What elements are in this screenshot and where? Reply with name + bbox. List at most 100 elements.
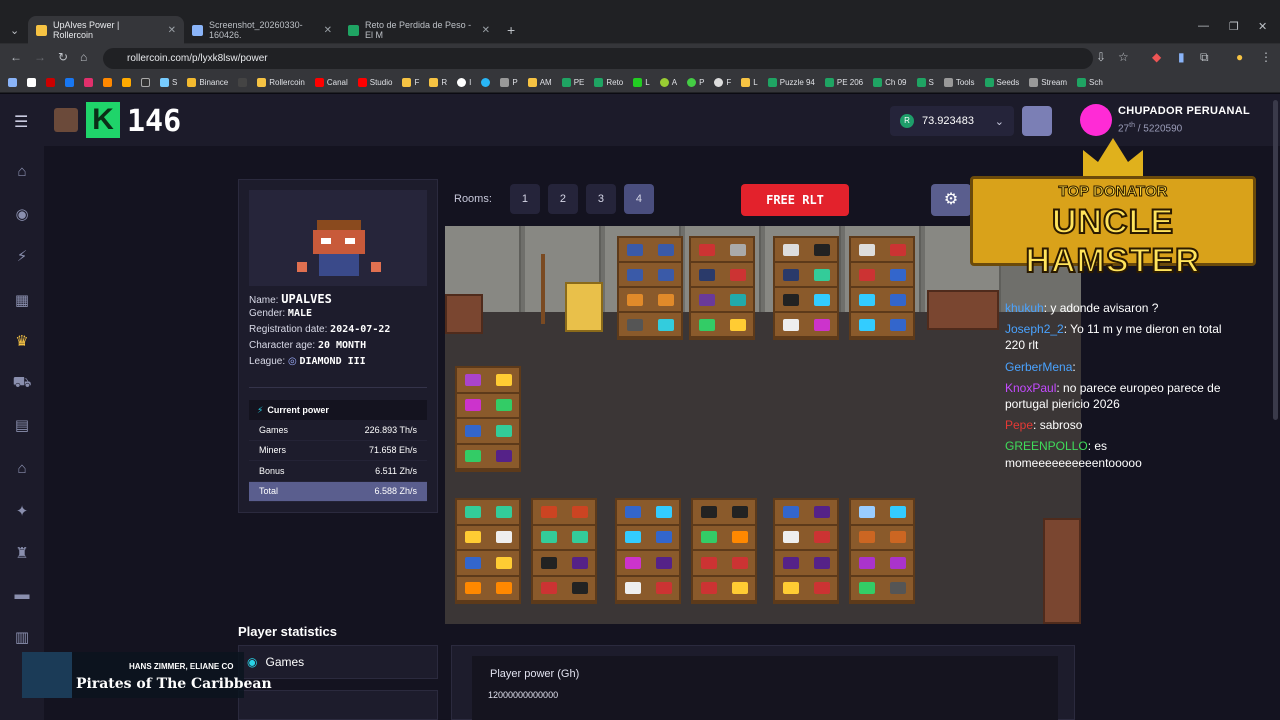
extension-icon[interactable]: ◆ (1152, 50, 1161, 64)
bookmark-ch09[interactable]: Ch 09 (873, 77, 907, 87)
miner-rack[interactable] (773, 498, 839, 604)
bookmark-apps-icon[interactable] (8, 77, 17, 87)
miner-rack[interactable] (773, 236, 839, 340)
banner-line2: UNCLE HAMSTER (1024, 202, 1201, 281)
bookmark-seeds[interactable]: Seeds (984, 77, 1019, 87)
cart-icon[interactable]: ⛟ (12, 374, 32, 392)
miner-rack[interactable] (455, 366, 521, 472)
user-avatar[interactable] (1080, 104, 1112, 136)
bookmark-pe206[interactable]: PE 206 (824, 77, 863, 87)
bookmark-sch[interactable]: Sch (1077, 77, 1103, 87)
new-tab-icon[interactable]: + (507, 22, 515, 38)
crown-icon[interactable]: ♛ (12, 332, 32, 350)
bookmark-f2[interactable]: F (714, 77, 731, 87)
trophy-icon[interactable]: ♜ (12, 544, 32, 562)
minimize-icon[interactable]: — (1198, 20, 1209, 32)
miner-rack[interactable] (617, 236, 683, 340)
miner-rack[interactable] (689, 236, 755, 340)
wallet-button[interactable] (1022, 106, 1052, 136)
room-settings-gear-icon[interactable]: ⚙ (931, 184, 971, 216)
coat-rack (541, 254, 545, 324)
bookmark-s2[interactable]: S (916, 77, 934, 87)
tab-rollercoin[interactable]: UpAlves Power | Rollercoin ✕ (28, 16, 184, 44)
music-artist: HANS ZIMMER, ELIANE CO (129, 662, 234, 671)
stat-tab[interactable] (238, 690, 438, 720)
room-button-2[interactable]: 2 (547, 184, 578, 214)
room-button-4[interactable]: 4 (623, 184, 654, 214)
extension-icon[interactable]: ▮ (1178, 50, 1185, 64)
bookmark-tools[interactable]: Tools (943, 77, 975, 87)
free-rlt-button[interactable]: FREE RLT (741, 184, 849, 216)
bookmark-p[interactable]: P (500, 77, 518, 87)
bookmark-icon[interactable] (103, 77, 112, 87)
miner-rack[interactable] (455, 498, 521, 604)
balance-dropdown[interactable]: R 73.923483 ⌄ (890, 106, 1014, 136)
games-stat-tab[interactable]: ◉ Games (238, 645, 438, 679)
room-button-3[interactable]: 3 (585, 184, 616, 214)
bookmark-icon[interactable] (481, 77, 491, 87)
miner-rack[interactable] (531, 498, 597, 604)
bookmark-icon[interactable] (65, 77, 74, 87)
url-input[interactable]: rollercoin.com/p/lyxk8lsw/power (103, 48, 1093, 69)
staking-icon[interactable]: ▬ (12, 586, 32, 604)
bookmark-icon[interactable] (141, 77, 150, 87)
miner-rack[interactable] (691, 498, 757, 604)
bookmark-canal[interactable]: Canal (314, 77, 348, 87)
menu-kebab-icon[interactable]: ⋮ (1260, 50, 1272, 64)
home-icon[interactable]: ⌂ (12, 163, 32, 181)
bookmark-a[interactable]: A (659, 77, 677, 87)
bookmark-r[interactable]: R (429, 77, 447, 87)
install-icon[interactable]: ⇩ (1096, 50, 1106, 64)
inventory-icon[interactable]: ▦ (12, 291, 32, 309)
bookmark-icon[interactable] (46, 77, 55, 87)
power-icon[interactable]: ⚡ (12, 247, 32, 265)
back-icon[interactable]: ← (10, 50, 22, 64)
close-tab-icon[interactable]: ✕ (482, 25, 490, 36)
bookmark-reto[interactable]: Reto (594, 77, 623, 87)
bookmark-s[interactable]: S (160, 77, 177, 87)
bookmark-star-icon[interactable]: ☆ (1118, 50, 1129, 64)
bookmark-rollercoin[interactable]: Rollercoin (257, 77, 305, 87)
forward-icon[interactable]: → (34, 50, 46, 64)
username[interactable]: CHUPADOR PERUANAL (1118, 105, 1250, 117)
news-icon[interactable]: ▥ (12, 628, 32, 646)
extensions-puzzle-icon[interactable]: ⧉ (1200, 50, 1209, 65)
close-window-icon[interactable]: ✕ (1258, 20, 1267, 33)
bookmark-icon[interactable] (238, 77, 248, 87)
bookmark-icon[interactable] (84, 77, 93, 87)
gamepad-icon[interactable]: ◉ (12, 205, 32, 223)
tab-screenshot[interactable]: Screenshot_20260330-160426. ✕ (184, 16, 340, 44)
close-tab-icon[interactable]: ✕ (324, 25, 332, 36)
storage-icon[interactable]: ▤ (12, 416, 32, 434)
bookmark-l[interactable]: L (633, 77, 650, 87)
gift-icon[interactable]: ✦ (12, 502, 32, 520)
bookmark-studio[interactable]: Studio (357, 77, 392, 87)
reload-icon[interactable]: ↻ (58, 50, 68, 64)
menu-hamburger-icon[interactable]: ☰ (14, 112, 28, 132)
room-button-1[interactable]: 1 (509, 184, 540, 214)
miner-rack[interactable] (849, 498, 915, 604)
marketplace-icon[interactable]: ⌂ (12, 460, 32, 478)
bookmark-p2[interactable]: P (687, 77, 704, 87)
bookmark-pe[interactable]: PE (561, 77, 584, 87)
miner-rack[interactable] (849, 236, 915, 340)
tab-reto[interactable]: Reto de Perdida de Peso - El M ✕ (340, 16, 498, 44)
bookmark-am[interactable]: AM (527, 77, 552, 87)
bookmark-l2[interactable]: L (741, 77, 758, 87)
bookmark-stream[interactable]: Stream (1029, 77, 1067, 87)
maximize-icon[interactable]: ❐ (1229, 20, 1239, 33)
bookmark-binance[interactable]: Binance (187, 77, 228, 87)
page-scrollbar[interactable] (1273, 100, 1278, 420)
bookmark-f[interactable]: F (402, 77, 419, 87)
user-avatar-small[interactable] (54, 108, 78, 132)
profile-icon[interactable]: ● (1236, 50, 1243, 64)
home-icon[interactable]: ⌂ (80, 50, 87, 64)
bookmark-puzzle[interactable]: Puzzle 94 (767, 77, 815, 87)
bookmark-icon[interactable] (27, 77, 36, 87)
tab-list-icon[interactable]: ⌄ (10, 24, 19, 37)
bookmark-icon[interactable] (122, 77, 131, 87)
close-tab-icon[interactable]: ✕ (168, 25, 176, 36)
miner-rack[interactable] (615, 498, 681, 604)
bookmark-i[interactable]: I (457, 77, 471, 87)
rooms-label: Rooms: (454, 193, 492, 205)
